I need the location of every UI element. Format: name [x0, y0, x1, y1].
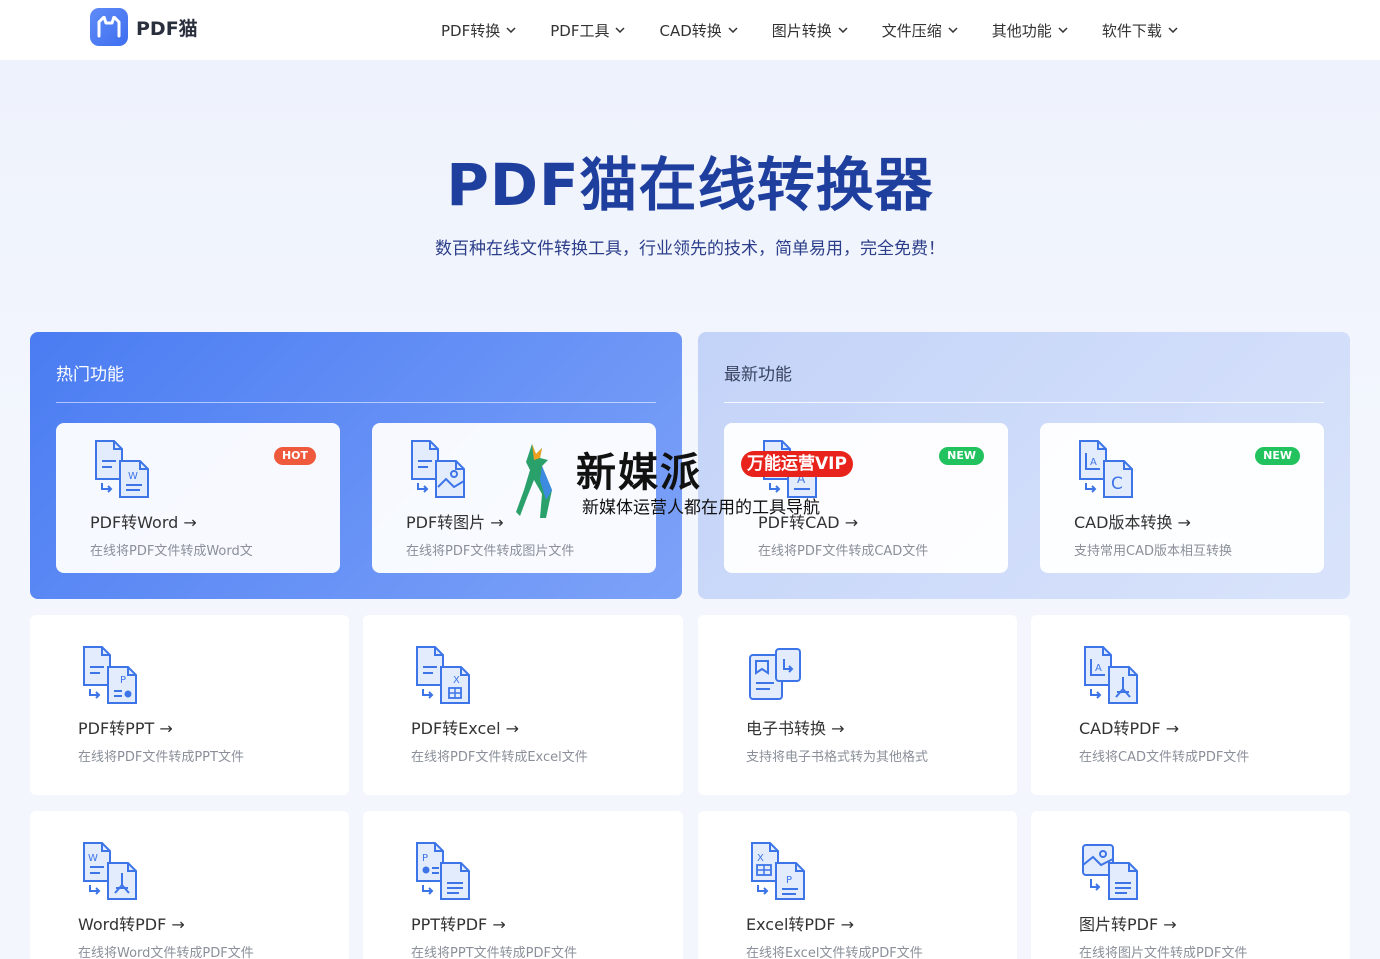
- tool-card-cad-to-pdf[interactable]: A CAD转PDF → 在线将CAD文件转成PDF文件: [1031, 615, 1350, 795]
- page-subtitle: 数百种在线文件转换工具，行业领先的技术，简单易用，完全免费！: [435, 239, 945, 259]
- svg-text:C: C: [1111, 474, 1123, 494]
- divider: [724, 402, 1324, 403]
- word-to-pdf-icon: W: [78, 841, 138, 903]
- card-desc: 在线将PDF文件转成Excel文件: [411, 750, 588, 765]
- nav-label: CAD转换: [659, 21, 722, 40]
- nav-cad-convert[interactable]: CAD转换: [659, 20, 738, 41]
- deer-logo-icon: [516, 444, 552, 518]
- new-badge: NEW: [1255, 447, 1300, 465]
- card-title: PDF转Excel →: [411, 719, 520, 738]
- brand-name: PDF猫: [136, 17, 198, 40]
- svg-text:X: X: [757, 853, 764, 864]
- chevron-down-icon: [506, 27, 516, 33]
- card-desc: 在线将图片文件转成PDF文件: [1079, 946, 1248, 959]
- watermark-tagline: 新媒体运营人都在用的工具导航: [582, 498, 820, 518]
- tool-card-word-to-pdf[interactable]: W Word转PDF → 在线将Word文件转成PDF文件: [30, 811, 349, 959]
- card-title: PDF转Word →: [90, 513, 197, 532]
- nav-label: 软件下载: [1101, 21, 1162, 40]
- card-title: Word转PDF →: [78, 915, 185, 934]
- image-to-pdf-icon: [1082, 844, 1139, 903]
- chevron-down-icon: [1168, 27, 1178, 33]
- nav-file-compress[interactable]: 文件压缩: [882, 20, 958, 41]
- svg-text:P: P: [422, 853, 428, 864]
- card-title: CAD转PDF →: [1079, 719, 1180, 738]
- excel-to-pdf-icon: X P: [746, 841, 806, 903]
- tool-card-image-to-pdf[interactable]: 图片转PDF → 在线将图片文件转成PDF文件: [1031, 811, 1350, 959]
- tool-card-pdf-to-word[interactable]: W HOT PDF转Word → 在线将PDF文件转成Word文: [56, 423, 340, 573]
- svg-text:A: A: [1090, 457, 1097, 468]
- card-desc: 在线将PDF文件转成CAD文件: [758, 544, 929, 559]
- card-title: 电子书转换 →: [746, 719, 845, 738]
- nav-label: 其他功能: [991, 21, 1052, 40]
- tool-card-pdf-to-ppt[interactable]: P PDF转PPT → 在线将PDF文件转成PPT文件: [30, 615, 349, 795]
- svg-text:W: W: [128, 471, 138, 482]
- cad-version-convert-icon: A C: [1074, 439, 1134, 501]
- top-nav-bar: PDF猫 PDF转换 PDF工具 CAD转换 图片转换 文件压缩 其他功能 软件…: [0, 0, 1380, 60]
- svg-text:P: P: [786, 875, 792, 886]
- pdf-to-image-icon: [406, 439, 466, 501]
- nav-pdf-convert[interactable]: PDF转换: [441, 20, 516, 41]
- chevron-down-icon: [728, 27, 738, 33]
- cat-logo-icon: [90, 8, 128, 46]
- brand-logo[interactable]: PDF猫: [90, 8, 198, 46]
- nav-label: 文件压缩: [881, 21, 942, 40]
- cad-to-pdf-icon: A: [1079, 645, 1139, 707]
- watermark-brand: 新媒派: [576, 450, 702, 496]
- chevron-down-icon: [948, 27, 958, 33]
- svg-text:X: X: [453, 675, 460, 686]
- nav-label: PDF转换: [441, 21, 501, 40]
- chevron-down-icon: [838, 27, 848, 33]
- card-desc: 支持常用CAD版本相互转换: [1074, 544, 1232, 559]
- divider: [56, 402, 656, 403]
- card-desc: 支持将电子书格式转为其他格式: [746, 750, 929, 765]
- card-desc: 在线将PPT文件转成PDF文件: [411, 946, 577, 959]
- chevron-down-icon: [1058, 27, 1068, 33]
- card-desc: 在线将PDF文件转成Word文: [90, 544, 253, 559]
- nav-other-features[interactable]: 其他功能: [992, 20, 1068, 41]
- nav-pdf-tools[interactable]: PDF工具: [550, 20, 625, 41]
- pdf-to-ppt-icon: P: [78, 645, 138, 707]
- svg-text:W: W: [88, 853, 98, 864]
- card-desc: 在线将PDF文件转成图片文件: [406, 544, 575, 559]
- tool-card-cad-version-convert[interactable]: A C NEW CAD版本转换 → 支持常用CAD版本相互转换: [1040, 423, 1324, 573]
- svg-text:P: P: [120, 675, 126, 686]
- svg-text:A: A: [1095, 663, 1102, 674]
- nav-label: 图片转换: [771, 21, 832, 40]
- pdf-to-word-icon: W: [90, 439, 150, 501]
- card-desc: 在线将CAD文件转成PDF文件: [1079, 750, 1250, 765]
- tool-card-ppt-to-pdf[interactable]: P PPT转PDF → 在线将PPT文件转成PDF文件: [363, 811, 683, 959]
- card-desc: 在线将Word文件转成PDF文件: [78, 946, 254, 959]
- card-title: PDF转图片 →: [406, 513, 504, 532]
- ebook-convert-icon: [749, 648, 801, 700]
- ppt-to-pdf-icon: P: [411, 841, 471, 903]
- card-title: PPT转PDF →: [411, 915, 506, 934]
- tool-card-excel-to-pdf[interactable]: X P Excel转PDF → 在线将Excel文件转成PDF文件: [698, 811, 1017, 959]
- page-title: PDF猫在线转换器: [446, 151, 934, 219]
- nav-image-convert[interactable]: 图片转换: [772, 20, 848, 41]
- card-title: Excel转PDF →: [746, 915, 855, 934]
- card-title: 图片转PDF →: [1079, 915, 1177, 934]
- tool-card-pdf-to-excel[interactable]: X PDF转Excel → 在线将PDF文件转成Excel文件: [363, 615, 683, 795]
- card-title: CAD版本转换 →: [1074, 513, 1191, 532]
- card-desc: 在线将PDF文件转成PPT文件: [78, 750, 244, 765]
- card-title: PDF转PPT →: [78, 719, 173, 738]
- watermark-overlay: 新媒派 万能运营VIP 新媒体运营人都在用的工具导航: [512, 440, 872, 522]
- new-badge: NEW: [939, 447, 984, 465]
- nav-software-download[interactable]: 软件下载: [1102, 20, 1178, 41]
- nav-label: PDF工具: [550, 21, 610, 40]
- main-nav: PDF转换 PDF工具 CAD转换 图片转换 文件压缩 其他功能 软件下载: [441, 0, 1178, 60]
- card-desc: 在线将Excel文件转成PDF文件: [746, 946, 923, 959]
- hot-badge: HOT: [273, 447, 316, 465]
- pdf-to-excel-icon: X: [411, 645, 471, 707]
- watermark-vip-badge: 万能运营VIP: [741, 451, 853, 477]
- panel-title: 热门功能: [56, 365, 124, 385]
- panel-title: 最新功能: [724, 365, 792, 385]
- chevron-down-icon: [615, 27, 625, 33]
- tool-card-ebook-convert[interactable]: 电子书转换 → 支持将电子书格式转为其他格式: [698, 615, 1017, 795]
